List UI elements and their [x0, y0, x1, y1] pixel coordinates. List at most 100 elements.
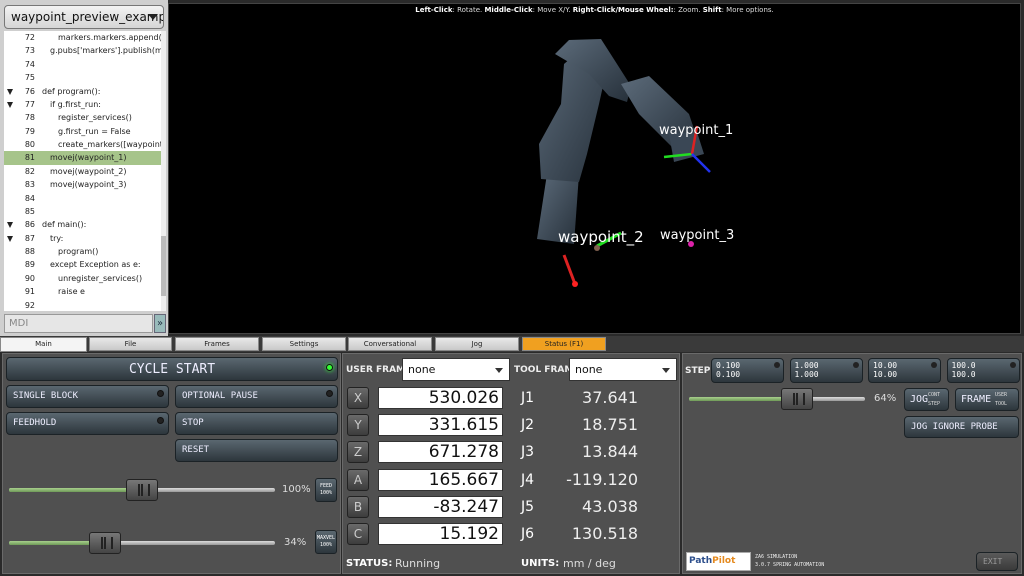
jog-step-label: STEP: [928, 401, 941, 407]
axis-value-x[interactable]: 530.026: [378, 387, 503, 409]
3d-viewport[interactable]: Left-Click: Rotate. Middle-Click: Move X…: [168, 3, 1021, 334]
code-line[interactable]: 87 try:: [4, 232, 161, 245]
feed-reset-button[interactable]: FEED 100%: [315, 478, 337, 502]
tab-jog[interactable]: Jog: [435, 337, 519, 351]
stop-button[interactable]: STOP: [175, 412, 338, 435]
axis-button-b[interactable]: B: [347, 495, 369, 518]
line-number: 73: [24, 46, 35, 56]
code-line[interactable]: 76 def program():: [4, 85, 161, 98]
maxvel-percent: 34%: [284, 537, 307, 548]
line-text: raise e: [58, 287, 85, 297]
code-line[interactable]: 83 movej(waypoint_3): [4, 178, 161, 191]
code-scrollbar[interactable]: [161, 31, 166, 311]
jog-mode-button[interactable]: JOG CONT STEP: [904, 388, 949, 411]
feed-slider-handle[interactable]: [126, 479, 158, 501]
exit-label: EXIT: [983, 557, 1003, 566]
axis-value-a[interactable]: 165.667: [378, 468, 503, 491]
code-line[interactable]: 81 movej(waypoint_1): [4, 151, 161, 165]
axis-button-a[interactable]: A: [347, 468, 369, 491]
file-dropdown[interactable]: waypoint_preview_example...: [4, 5, 164, 29]
maxvel-slider[interactable]: [9, 532, 275, 554]
code-line[interactable]: 86 def main():: [4, 218, 161, 231]
axis-value-z[interactable]: 671.278: [378, 441, 503, 464]
joint-label: J1: [521, 390, 535, 406]
optional-pause-button[interactable]: OPTIONAL PAUSE: [175, 385, 338, 408]
axis-button-c[interactable]: C: [347, 523, 369, 545]
tab-file[interactable]: File: [89, 337, 172, 351]
line-number: 84: [24, 193, 35, 203]
line-number: 78: [24, 113, 35, 123]
exit-button[interactable]: EXIT: [976, 552, 1018, 571]
user-frame-select[interactable]: none: [402, 358, 510, 381]
code-line[interactable]: 75: [4, 71, 161, 84]
tab-frames[interactable]: Frames: [175, 337, 259, 351]
tab-conversational[interactable]: Conversational: [348, 337, 432, 351]
code-line[interactable]: 90 unregister_services(): [4, 272, 161, 285]
fold-triangle-icon[interactable]: [7, 101, 13, 108]
mdi-expand-icon[interactable]: »: [154, 314, 166, 333]
code-line[interactable]: 92: [4, 299, 161, 312]
axis-button-z[interactable]: Z: [347, 441, 369, 464]
code-line[interactable]: 91 raise e: [4, 285, 161, 298]
reset-button[interactable]: RESET: [175, 439, 338, 462]
tab-main[interactable]: Main: [0, 337, 87, 352]
single-block-button[interactable]: SINGLE BLOCK: [6, 385, 169, 408]
step-button[interactable]: 0.100 0.100: [711, 358, 784, 383]
code-line[interactable]: 74: [4, 58, 161, 71]
step-button[interactable]: 1.000 1.000: [789, 358, 863, 383]
tab-settings[interactable]: Settings: [262, 337, 346, 351]
code-line[interactable]: 89 except Exception as e:: [4, 258, 161, 271]
code-line[interactable]: 77 if g.first_run:: [4, 98, 161, 111]
jog-speed-slider[interactable]: [689, 388, 865, 410]
code-panel: waypoint_preview_example... 72 markers.ma…: [0, 0, 168, 336]
step-button[interactable]: 100.0 100.0: [946, 358, 1020, 383]
axis-value-b[interactable]: -83.247: [378, 495, 503, 518]
jog-ignore-probe-label: JOG IGNORE PROBE: [911, 422, 998, 432]
feed-slider[interactable]: [9, 479, 275, 501]
fold-triangle-icon[interactable]: [7, 88, 13, 95]
axis-button-x[interactable]: X: [347, 387, 369, 409]
jog-slider-handle[interactable]: [781, 388, 813, 410]
joint-value: 130.518: [571, 524, 638, 543]
feedhold-button[interactable]: FEEDHOLD: [6, 412, 169, 435]
axis-value-y[interactable]: 331.615: [378, 414, 503, 437]
joint-value: 18.751: [582, 415, 638, 435]
fold-triangle-icon[interactable]: [7, 235, 13, 242]
tab-status[interactable]: Status (F1): [522, 337, 606, 351]
cycle-start-button[interactable]: CYCLE START: [6, 357, 338, 381]
line-text: except Exception as e:: [50, 260, 141, 270]
jog-ignore-probe-button[interactable]: JOG IGNORE PROBE: [904, 416, 1019, 438]
maxvel-slider-handle[interactable]: [89, 532, 121, 554]
fold-triangle-icon[interactable]: [7, 222, 13, 229]
code-line[interactable]: 85: [4, 205, 161, 218]
code-editor[interactable]: 72 markers.markers.append(mark... 73 g.pubs…: [4, 31, 161, 311]
scrollbar-thumb[interactable]: [161, 236, 166, 296]
tool-frame-select[interactable]: none: [569, 358, 677, 381]
pathpilot-logo: PathPilot: [686, 552, 751, 571]
code-line[interactable]: 88 program(): [4, 245, 161, 258]
line-number: 85: [24, 206, 35, 216]
line-number: 90: [24, 273, 35, 283]
sim-line-1: ZA6 SIMULATION: [755, 554, 798, 560]
axis-button-y[interactable]: Y: [347, 414, 369, 437]
step-value: 100.0: [951, 370, 976, 379]
code-line[interactable]: 79 g.first_run = False: [4, 125, 161, 138]
axis-value-c[interactable]: 15.192: [378, 523, 503, 545]
code-line[interactable]: 78 register_services(): [4, 111, 161, 124]
frame-tool-label: TOOL: [995, 401, 1008, 407]
step-value: 100.0: [951, 361, 976, 370]
line-number: 72: [24, 33, 35, 42]
mdi-input[interactable]: MDI: [4, 314, 153, 333]
step-button[interactable]: 10.00 10.00: [868, 358, 941, 383]
frame-toggle-button[interactable]: FRAME USER TOOL: [955, 388, 1019, 411]
code-line[interactable]: 72 markers.markers.append(mark...: [4, 31, 161, 44]
maxvel-reset-button[interactable]: MAXVEL 100%: [315, 530, 337, 554]
line-text: unregister_services(): [58, 273, 143, 283]
code-line[interactable]: 84: [4, 192, 161, 205]
code-line[interactable]: 82 movej(waypoint_2): [4, 165, 161, 178]
code-line[interactable]: 80 create_markers([waypoint_1, ...: [4, 138, 161, 151]
user-frame-value: none: [408, 363, 436, 376]
code-line[interactable]: 73 g.pubs['markers'].publish(marke...: [4, 44, 161, 57]
step-value: 1.000: [794, 370, 819, 379]
joint-label: J3: [521, 444, 535, 461]
